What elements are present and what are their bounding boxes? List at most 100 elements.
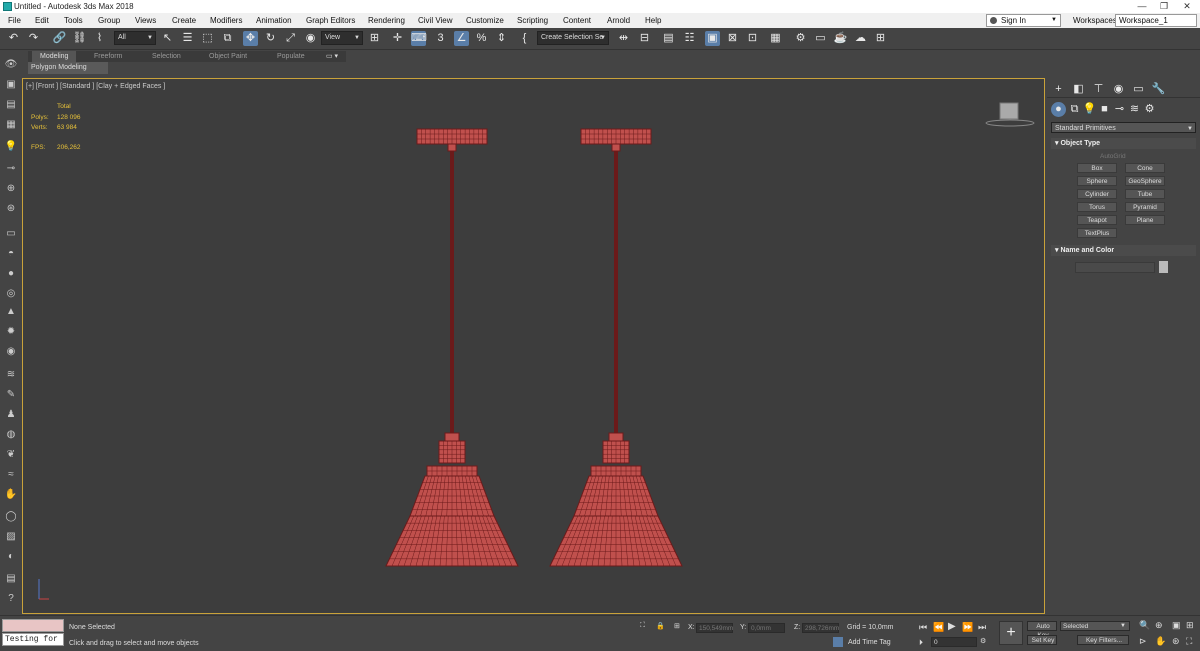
autogrid-checkbox[interactable]: AutoGrid: [1100, 153, 1126, 160]
menu-group[interactable]: Group: [98, 16, 120, 25]
scale-icon[interactable]: ⤢: [283, 31, 298, 46]
render-globe-icon[interactable]: ◐: [4, 550, 18, 563]
key-filters-button[interactable]: Key Filters...: [1077, 635, 1129, 645]
create-tab-icon[interactable]: +: [1051, 82, 1066, 97]
key-mode-dropdown[interactable]: Selected ▼: [1060, 621, 1130, 631]
box-button[interactable]: Box: [1077, 163, 1117, 173]
absolute-mode-icon[interactable]: ⊞: [674, 622, 680, 630]
skylight-icon[interactable]: ◉: [4, 345, 18, 358]
grid-icon[interactable]: ▦: [4, 118, 18, 131]
particle-icon[interactable]: ⊛: [4, 202, 18, 215]
keyboard-shortcut-override-icon[interactable]: ⌨: [411, 31, 427, 46]
lamp-models[interactable]: [23, 79, 1046, 615]
edit-named-selection-icon[interactable]: {: [517, 31, 532, 46]
viewport-layout-icon[interactable]: 👁: [4, 58, 18, 71]
viewport-front[interactable]: [+] [Front ] [Standard ] [Clay + Edged F…: [22, 78, 1045, 614]
spacewarps-icon[interactable]: ≋: [1127, 102, 1142, 117]
maxscript-mini-listener[interactable]: [2, 619, 64, 632]
plane-button[interactable]: Plane: [1125, 215, 1165, 225]
time-tag-icon[interactable]: [833, 637, 843, 647]
percent-snap-icon[interactable]: %: [474, 31, 489, 46]
render-in-cloud-icon[interactable]: ☁: [853, 31, 868, 46]
category-dropdown[interactable]: Standard Primitives ▼: [1051, 122, 1196, 133]
fur-icon[interactable]: ≈: [4, 468, 18, 481]
cameras-icon[interactable]: ■: [1097, 102, 1112, 117]
angle-snap-icon[interactable]: ∠: [454, 31, 469, 46]
close-button[interactable]: ✕: [1176, 0, 1198, 13]
maximize-viewport-icon[interactable]: ⛶: [1186, 636, 1192, 647]
cone-icon[interactable]: ▲: [4, 305, 18, 318]
play-icon[interactable]: ▶: [948, 621, 956, 632]
tab-selection[interactable]: Selection: [152, 51, 181, 62]
menu-civil-view[interactable]: Civil View: [418, 16, 453, 25]
key-mode-icon[interactable]: ⏵: [919, 638, 923, 648]
menu-arnold[interactable]: Arnold: [607, 16, 630, 25]
menu-scripting[interactable]: Scripting: [517, 16, 548, 25]
textplus-button[interactable]: TextPlus: [1077, 228, 1117, 238]
select-manipulate-icon[interactable]: ✛: [390, 31, 405, 46]
isolate-selection-icon[interactable]: ⛶: [640, 622, 645, 630]
selection-filter-dropdown[interactable]: All ▼: [114, 31, 156, 45]
globe-icon[interactable]: ◍: [4, 428, 18, 441]
menu-animation[interactable]: Animation: [256, 16, 292, 25]
undo-icon[interactable]: ↶: [6, 31, 21, 46]
teapot-button[interactable]: Teapot: [1077, 215, 1117, 225]
selection-lock-icon[interactable]: 🔒: [656, 622, 665, 630]
torus-icon[interactable]: ◎: [4, 287, 18, 300]
paint-icon[interactable]: ✎: [4, 388, 18, 401]
helpers-icon[interactable]: ⊸: [1112, 102, 1127, 117]
hand-icon[interactable]: ✋: [4, 488, 18, 501]
orbit-icon[interactable]: ⊛: [1172, 636, 1180, 647]
reference-coordinate-dropdown[interactable]: View ▼: [321, 31, 363, 45]
set-key-icon[interactable]: +: [999, 621, 1023, 645]
ribbon-panel[interactable]: Polygon Modeling: [28, 62, 108, 74]
schematic-view-icon[interactable]: ⊡: [745, 31, 760, 46]
menu-help[interactable]: Help: [645, 16, 661, 25]
add-time-tag[interactable]: Add Time Tag: [848, 639, 891, 646]
zoom-all-icon[interactable]: ⊕: [1155, 620, 1163, 631]
menu-file[interactable]: File: [8, 16, 21, 25]
minimize-button[interactable]: —: [1131, 0, 1153, 13]
display-tab-icon[interactable]: ▭: [1131, 82, 1146, 97]
menu-views[interactable]: Views: [135, 16, 156, 25]
go-to-end-icon[interactable]: ⏭: [978, 622, 986, 633]
tab-modeling[interactable]: Modeling: [32, 51, 77, 62]
sign-in-button[interactable]: Sign In ▼: [986, 14, 1061, 27]
bind-spacewarp-icon[interactable]: ⌇: [92, 31, 107, 46]
name-and-color-rollout[interactable]: ▾ Name and Color: [1051, 245, 1196, 256]
unlink-icon[interactable]: ⛓: [72, 31, 87, 46]
tab-freeform[interactable]: Freeform: [94, 51, 122, 62]
curve-editor-icon[interactable]: ⊠: [725, 31, 740, 46]
current-frame-field[interactable]: 0: [931, 637, 977, 647]
snaps-toggle-icon[interactable]: 3: [433, 31, 448, 46]
render-icon[interactable]: ▨: [4, 530, 18, 543]
place-icon[interactable]: ◉: [303, 31, 318, 46]
pan-icon[interactable]: ✋: [1155, 636, 1166, 647]
next-frame-icon[interactable]: ⏩: [962, 622, 973, 633]
zoom-icon[interactable]: 🔍: [1139, 620, 1150, 631]
menu-rendering[interactable]: Rendering: [368, 16, 405, 25]
mirror-icon[interactable]: ⇹: [616, 31, 631, 46]
sphere-button[interactable]: Sphere: [1077, 176, 1117, 186]
rendered-frame-window-icon[interactable]: ▭: [813, 31, 828, 46]
geosphere-button[interactable]: GeoSphere: [1125, 176, 1165, 186]
object-name-field[interactable]: [1075, 262, 1155, 273]
rotate-icon[interactable]: ↻: [263, 31, 278, 46]
object-color-swatch[interactable]: [1159, 261, 1168, 273]
move-icon[interactable]: ✥: [243, 31, 258, 46]
menu-create[interactable]: Create: [172, 16, 196, 25]
auto-key-button[interactable]: Auto Key: [1027, 621, 1057, 639]
pivot-center-icon[interactable]: ⊞: [367, 31, 382, 46]
y-coordinate-field[interactable]: 0,0mm: [748, 623, 785, 633]
layer-explorer-icon[interactable]: ☷: [682, 31, 697, 46]
torus-button[interactable]: Torus: [1077, 202, 1117, 212]
z-coordinate-field[interactable]: 298,726mm: [802, 623, 839, 633]
workspace-dropdown[interactable]: Workspace_1: [1115, 14, 1197, 27]
help-icon[interactable]: ?: [4, 592, 18, 605]
time-config-icon[interactable]: ⚙: [980, 637, 986, 645]
spinner-snap-icon[interactable]: ⇕: [494, 31, 509, 46]
scene-list-icon[interactable]: ▤: [4, 98, 18, 111]
menu-edit[interactable]: Edit: [35, 16, 49, 25]
shapes-icon[interactable]: ⧉: [1067, 102, 1082, 117]
named-selection-dropdown[interactable]: Create Selection Se ▼: [537, 31, 609, 45]
